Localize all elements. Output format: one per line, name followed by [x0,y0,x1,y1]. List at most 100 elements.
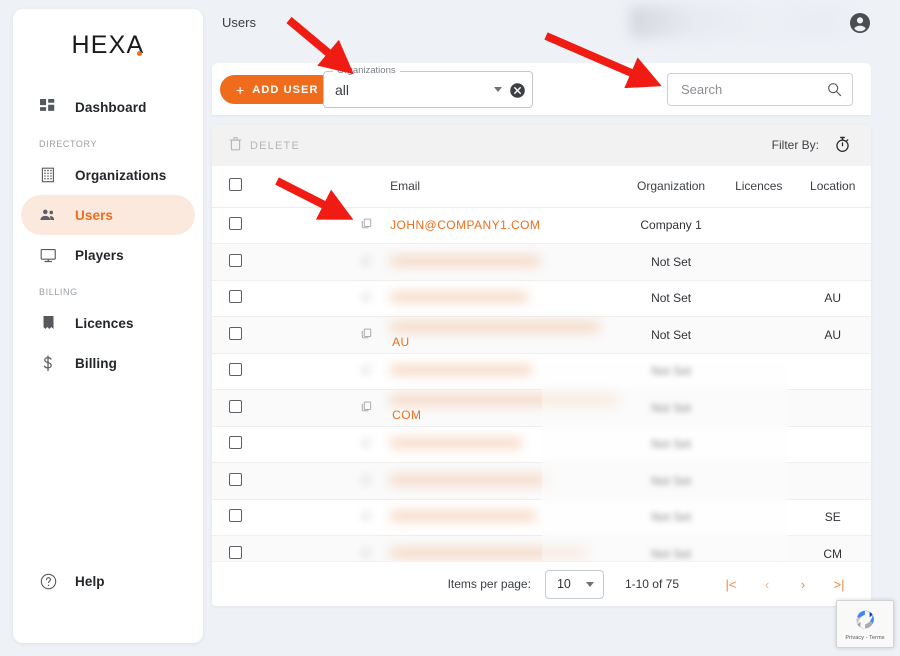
sidebar-item-label: Users [75,207,114,223]
redacted-email[interactable] [390,474,547,485]
last-page-button[interactable]: >| [821,569,857,599]
row-select-cell [212,426,257,463]
table-row[interactable]: Not Set [212,462,871,500]
copy-icon[interactable] [361,401,372,415]
column-header-organization: Organization [619,166,724,208]
organization-cell: Not Set [619,389,724,427]
row-select-cell [212,499,257,536]
search-icon[interactable] [827,82,842,97]
breadcrumb: Users [222,15,256,30]
row-checkbox[interactable] [229,290,242,304]
organizations-value: all [335,82,350,98]
redacted-email[interactable] [390,255,541,266]
plus-icon: + [236,81,246,98]
table-row[interactable]: COM Not Set [212,389,871,427]
toolbar: + ADD USER Organizations all [212,63,871,115]
stopwatch-icon[interactable] [834,136,851,153]
licences-cell [723,207,795,244]
sidebar-item-organizations[interactable]: Organizations [21,155,195,195]
chevron-down-icon[interactable] [494,87,502,92]
copy-icon[interactable] [361,364,372,378]
redacted-email[interactable] [390,438,523,449]
redacted-email[interactable] [390,292,529,303]
copy-icon[interactable] [361,291,372,305]
sidebar-item-label: Players [75,247,124,263]
copy-icon[interactable] [361,328,372,342]
previous-page-button[interactable]: ‹ [749,569,785,599]
copy-email-cell [256,280,381,317]
redacted-email[interactable] [390,365,533,376]
sidebar-item-help-inner[interactable]: Help [21,561,195,601]
copy-email-cell [256,207,381,244]
building-icon [39,166,57,184]
sidebar-item-label: Dashboard [75,99,147,115]
redacted-email[interactable] [390,547,587,558]
copy-icon[interactable] [361,437,372,451]
email-link-visible-fragment[interactable]: COM [392,408,421,422]
redacted-email[interactable] [390,394,619,405]
search-input[interactable] [679,74,819,105]
column-header-copy [256,166,381,208]
location-cell: SE [794,499,871,536]
copy-email-cell [256,353,381,390]
next-page-button[interactable]: › [785,569,821,599]
copy-icon[interactable] [361,510,372,524]
copy-icon[interactable] [361,218,372,232]
recaptcha-badge[interactable]: Privacy - Terms [836,600,894,648]
column-header-location: Location [794,166,871,208]
table-row[interactable]: Not Set [212,353,871,390]
licences-cell [723,426,795,463]
sidebar-item-dashboard[interactable]: Dashboard [21,87,195,127]
account-circle-icon[interactable] [848,11,872,35]
row-checkbox[interactable] [229,472,242,486]
redacted-email[interactable] [390,511,537,522]
sidebar-item-help[interactable]: Help [13,561,203,601]
column-header-licences: Licences [723,166,795,208]
row-checkbox[interactable] [229,253,242,267]
table-row[interactable]: JOHN@COMPANY1.COM Company 1 [212,207,871,244]
email-link-visible-fragment[interactable]: AU [392,335,410,349]
users-table-card: DELETE Filter By: Email Organization Lic… [212,125,871,606]
row-select-cell [212,243,257,281]
items-per-page-select[interactable]: 10 [544,569,604,599]
organizations-select[interactable]: Organizations all [323,65,533,108]
sidebar-item-users[interactable]: Users [21,195,195,235]
sidebar-item-billing[interactable]: Billing [21,343,195,383]
row-checkbox[interactable] [229,399,242,413]
row-checkbox[interactable] [229,545,242,559]
row-checkbox[interactable] [229,509,242,523]
users-icon [39,206,57,224]
copy-email-cell [256,243,381,281]
select-all-checkbox[interactable] [229,178,242,192]
email-link[interactable]: JOHN@COMPANY1.COM [390,218,540,232]
search-box[interactable] [667,73,853,106]
row-checkbox[interactable] [229,326,242,340]
row-select-cell [212,389,257,427]
table-row[interactable]: Not Set [212,426,871,463]
row-select-cell [212,316,257,354]
clear-circle-icon[interactable] [509,82,526,99]
delete-label: DELETE [250,139,300,152]
sidebar-section-billing: BILLING [39,287,78,297]
first-page-button[interactable]: |< [713,569,749,599]
sidebar-item-players[interactable]: Players [21,235,195,275]
copy-icon[interactable] [361,547,372,561]
sidebar-item-licences[interactable]: Licences [21,303,195,343]
row-checkbox[interactable] [229,217,242,231]
recaptcha-privacy-terms[interactable]: Privacy - Terms [845,635,884,641]
redacted-email[interactable] [390,321,601,332]
delete-button[interactable]: DELETE [229,136,300,156]
licences-cell [723,243,795,281]
licences-cell [723,316,795,354]
table-row[interactable]: Not Set [212,243,871,281]
copy-icon[interactable] [361,255,372,269]
copy-icon[interactable] [361,474,372,488]
location-cell: AU [794,316,871,354]
row-checkbox[interactable] [229,436,242,450]
table-row[interactable]: AU Not Set AU [212,316,871,354]
row-checkbox[interactable] [229,363,242,377]
table-row[interactable]: Not Set AU [212,280,871,317]
add-user-button[interactable]: + ADD USER [220,75,335,104]
organization-cell: Not Set [619,280,724,317]
table-row[interactable]: Not Set SE [212,499,871,536]
